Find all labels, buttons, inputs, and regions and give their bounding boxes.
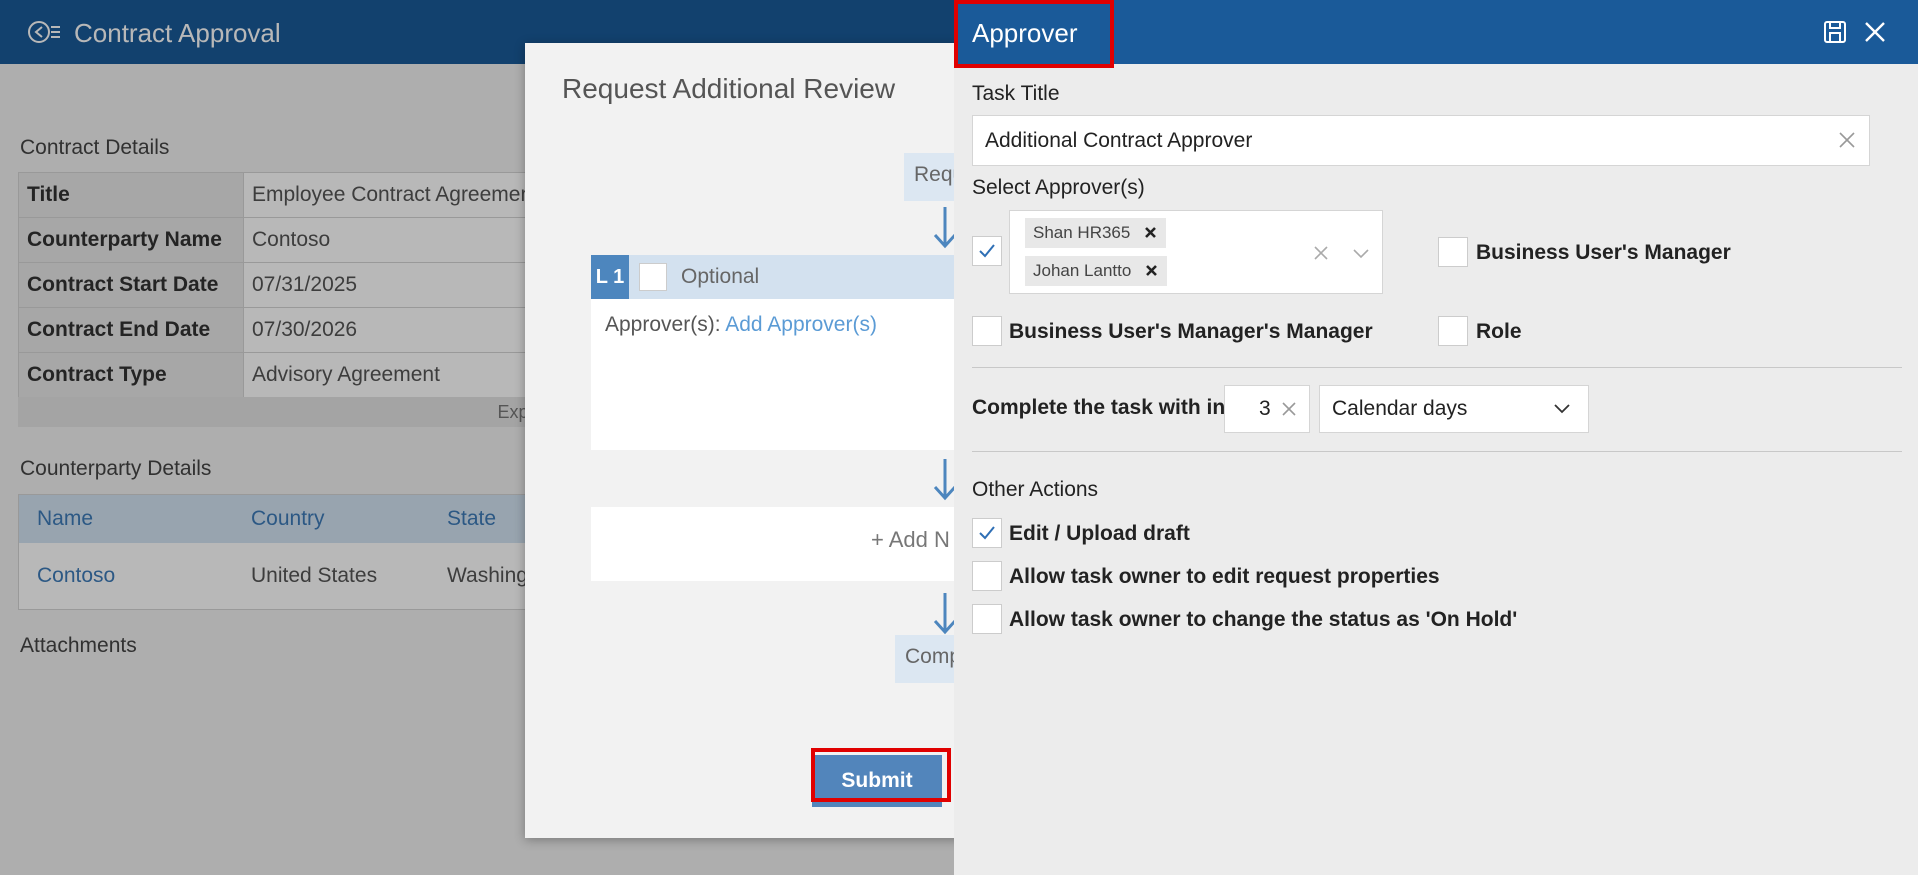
select-approvers-checkbox[interactable] (972, 236, 1002, 266)
task-title-label: Task Title (972, 82, 1060, 105)
approver-chip: Shan HR365 (1025, 218, 1167, 248)
clear-selection-icon[interactable] (1313, 245, 1329, 261)
business-users-manager-label: Business User's Manager (1476, 241, 1731, 264)
level-header: L 1 Optional (591, 255, 985, 299)
edit-request-properties-label: Allow task owner to edit request propert… (1009, 565, 1440, 588)
remove-chip-icon[interactable] (1143, 225, 1158, 240)
task-title-value: Additional Contract Approver (985, 129, 1253, 152)
checkmark-icon (979, 244, 995, 258)
flow-arrow-icon (933, 205, 957, 249)
chip-label: Johan Lantto (1033, 261, 1132, 280)
approval-level-card: L 1 Optional Approver(s): Add Approver(s… (591, 255, 985, 450)
chip-label: Shan HR365 (1033, 223, 1131, 242)
edit-upload-draft-label: Edit / Upload draft (1009, 522, 1190, 545)
day-type-value: Calendar days (1332, 397, 1468, 420)
approver-chip: Johan Lantto (1025, 256, 1168, 286)
task-title-input[interactable]: Additional Contract Approver (972, 115, 1870, 166)
divider (972, 451, 1902, 452)
save-icon[interactable] (1822, 19, 1848, 45)
add-approvers-link[interactable]: Add Approver(s) (725, 313, 877, 336)
chevron-down-icon[interactable] (1352, 248, 1370, 260)
complete-within-label: Complete the task with in (972, 396, 1226, 419)
approvers-line: Approver(s): Add Approver(s) (591, 299, 985, 351)
flow-arrow-icon (933, 457, 957, 501)
other-actions-label: Other Actions (972, 478, 1099, 501)
role-checkbox[interactable] (1438, 316, 1468, 346)
complete-within-days-input[interactable]: 3 (1224, 385, 1310, 433)
chevron-down-icon (1554, 404, 1570, 414)
approvers-label: Approver(s): (605, 313, 721, 336)
optional-label: Optional (681, 265, 760, 288)
remove-chip-icon[interactable] (1144, 263, 1159, 278)
day-type-select[interactable]: Calendar days (1319, 385, 1589, 433)
checkmark-icon (979, 526, 995, 540)
request-review-dialog: Request Additional Review Requ L 1 Optio… (525, 43, 985, 838)
edit-upload-draft-checkbox[interactable] (972, 518, 1002, 548)
clear-icon[interactable] (1837, 130, 1857, 150)
days-value: 3 (1259, 397, 1271, 420)
business-users-managers-manager-label: Business User's Manager's Manager (1009, 320, 1373, 343)
change-status-on-hold-checkbox[interactable] (972, 604, 1002, 634)
optional-checkbox[interactable] (639, 263, 667, 291)
approver-panel: Approver Task Title Additional Contract … (954, 0, 1918, 875)
add-next-level-button[interactable]: + Add N (591, 507, 985, 581)
submit-highlight (811, 748, 951, 802)
approver-title-highlight (954, 0, 1114, 68)
clear-icon[interactable] (1281, 401, 1297, 417)
dialog-title: Request Additional Review (562, 73, 896, 104)
select-approvers-label: Select Approver(s) (972, 176, 1145, 199)
divider (972, 367, 1902, 368)
flow-arrow-icon (933, 591, 957, 635)
approvers-multiselect[interactable]: Shan HR365 Johan Lantto (1009, 210, 1383, 294)
close-icon[interactable] (1862, 19, 1888, 45)
role-label: Role (1476, 320, 1522, 343)
level-tag: L 1 (591, 255, 629, 299)
edit-request-properties-checkbox[interactable] (972, 561, 1002, 591)
business-users-manager-checkbox[interactable] (1438, 237, 1468, 267)
business-users-managers-manager-checkbox[interactable] (972, 316, 1002, 346)
change-status-on-hold-label: Allow task owner to change the status as… (1009, 608, 1518, 631)
